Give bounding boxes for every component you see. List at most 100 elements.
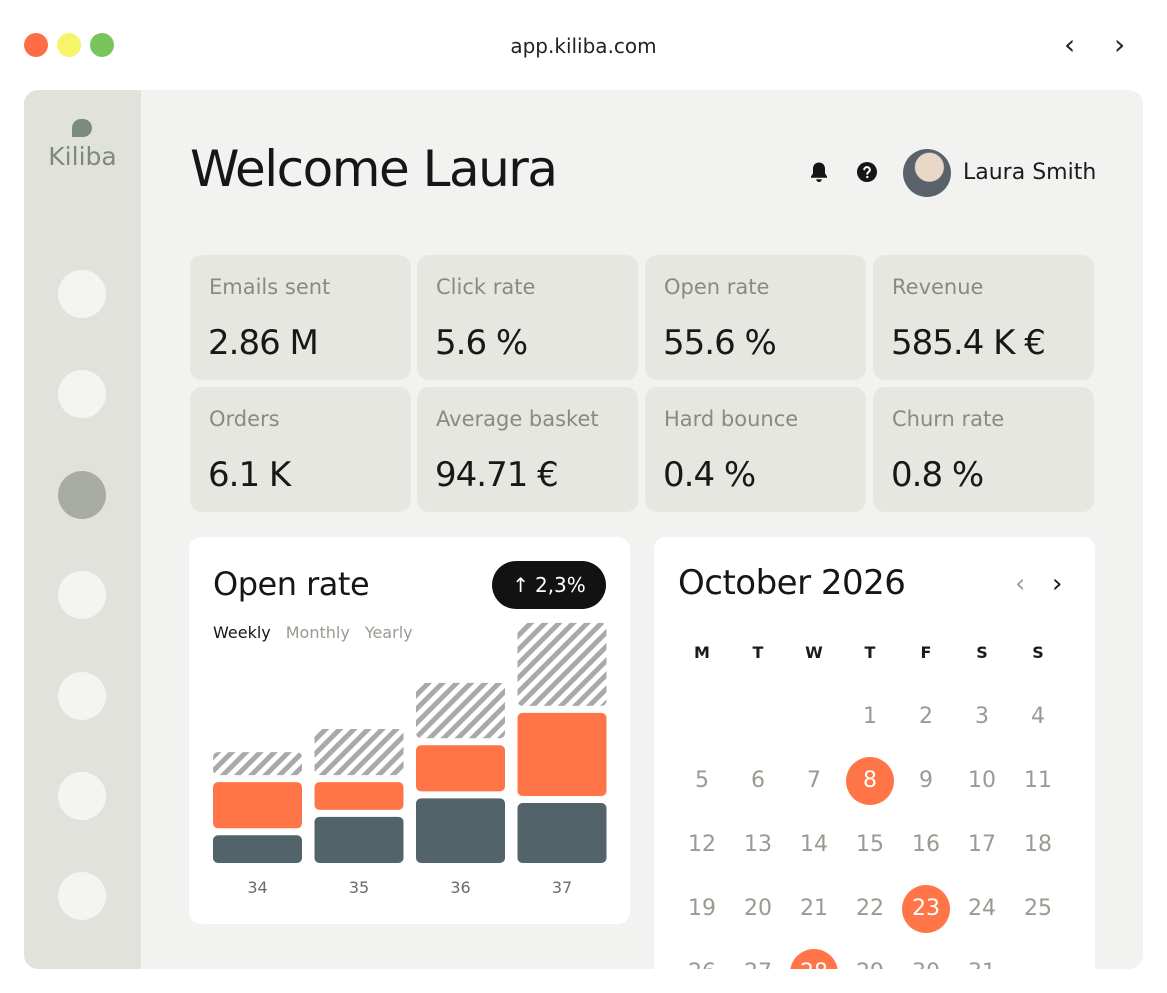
open-rate-chart-card: Open rate ↑ 2,3% Weekly Monthly Yearly 3… [189, 537, 630, 924]
sidebar-item-4[interactable] [58, 571, 106, 619]
kpi-value: 55.6 % [663, 323, 777, 363]
calendar-next-button[interactable]: › [1052, 569, 1062, 599]
calendar-day-25[interactable]: 25 [1014, 885, 1062, 933]
calendar-day-13[interactable]: 13 [734, 821, 782, 869]
calendar-card: October 2026 ‹ › M T W T F S S 1 2 3 4 5 6 7 8 9 10 11 12 1… [654, 537, 1095, 969]
calendar-day-19[interactable]: 19 [678, 885, 726, 933]
weekday-header: W [805, 643, 823, 662]
calendar-day-4[interactable]: 4 [1014, 693, 1062, 741]
calendar-day-27[interactable]: 27 [734, 949, 782, 969]
weekday-header: T [752, 643, 764, 662]
kpi-label: Churn rate [892, 407, 1005, 431]
logo-text: Kiliba [48, 142, 117, 171]
kpi-average-basket: Average basket 94.71 € [417, 387, 638, 512]
kpi-hard-bounce: Hard bounce 0.4 % [645, 387, 866, 512]
calendar-day-15[interactable]: 15 [846, 821, 894, 869]
bar-segment-week-36-series-3 [416, 682, 505, 739]
calendar-day-1[interactable]: 1 [846, 693, 894, 741]
sidebar-item-2[interactable] [58, 370, 106, 418]
calendar-day-18[interactable]: 18 [1014, 821, 1062, 869]
x-tick-label: 37 [552, 878, 572, 897]
kiliba-logo-icon [72, 119, 92, 137]
kpi-revenue: Revenue 585.4 K € [873, 255, 1094, 380]
weekday-header: S [1032, 643, 1044, 662]
weekday-header: F [920, 643, 932, 662]
calendar-day-17[interactable]: 17 [958, 821, 1006, 869]
kpi-label: Average basket [436, 407, 599, 431]
user-name[interactable]: Laura Smith [963, 160, 1096, 185]
calendar-day-11[interactable]: 11 [1014, 757, 1062, 805]
sidebar-item-5[interactable] [58, 672, 106, 720]
kpi-label: Revenue [892, 275, 984, 299]
weekday-header: S [976, 643, 988, 662]
sidebar: Kiliba [24, 90, 141, 969]
calendar-day-9[interactable]: 9 [902, 757, 950, 805]
calendar-prev-button[interactable]: ‹ [1015, 569, 1025, 599]
weekday-header: M [694, 643, 710, 662]
sidebar-item-6[interactable] [58, 772, 106, 820]
bar-segment-week-36-series-2 [416, 745, 505, 792]
page-title: Welcome Laura [190, 140, 558, 198]
calendar-day-31[interactable]: 31 [958, 949, 1006, 969]
kpi-value: 0.8 % [891, 455, 984, 495]
sidebar-item-7[interactable] [58, 872, 106, 920]
x-tick-label: 34 [247, 878, 267, 897]
app-window: Kiliba Welcome Laura Laura Smith Emails … [24, 90, 1143, 969]
kpi-value: 0.4 % [663, 455, 756, 495]
calendar-day-29[interactable]: 29 [846, 949, 894, 969]
kpi-label: Open rate [664, 275, 770, 299]
address-bar-url[interactable]: app.kiliba.com [0, 33, 1167, 59]
bell-icon[interactable] [807, 160, 831, 184]
calendar-day-23[interactable]: 23 [902, 885, 950, 933]
calendar-day-14[interactable]: 14 [790, 821, 838, 869]
kpi-value: 585.4 K € [891, 323, 1046, 363]
x-tick-label: 36 [450, 878, 470, 897]
open-rate-bar-chart: 34 35 36 37 [213, 622, 607, 897]
bar-segment-week-35-series-1 [314, 816, 404, 863]
calendar-day-7[interactable]: 7 [790, 757, 838, 805]
calendar-day-16[interactable]: 16 [902, 821, 950, 869]
bar-segment-week-34-series-3 [213, 752, 302, 776]
calendar-day-20[interactable]: 20 [734, 885, 782, 933]
kpi-value: 6.1 K [208, 455, 291, 495]
calendar-day-12[interactable]: 12 [678, 821, 726, 869]
user-avatar[interactable] [903, 149, 951, 197]
calendar-day-26[interactable]: 26 [678, 949, 726, 969]
sidebar-item-3-active[interactable] [58, 471, 106, 519]
calendar-day-8[interactable]: 8 [846, 757, 894, 805]
kpi-emails-sent: Emails sent 2.86 M [190, 255, 411, 380]
kpi-label: Hard bounce [664, 407, 799, 431]
calendar-day-6[interactable]: 6 [734, 757, 782, 805]
calendar-day-5[interactable]: 5 [678, 757, 726, 805]
calendar-day-28[interactable]: 28 [790, 949, 838, 969]
calendar-month-title: October 2026 [678, 563, 906, 603]
kpi-label: Emails sent [209, 275, 331, 299]
help-icon[interactable] [855, 160, 879, 184]
kpi-value: 5.6 % [435, 323, 528, 363]
bar-segment-week-37-series-1 [517, 803, 607, 863]
kpi-churn-rate: Churn rate 0.8 % [873, 387, 1094, 512]
calendar-day-21[interactable]: 21 [790, 885, 838, 933]
kpi-orders: Orders 6.1 K [190, 387, 411, 512]
sidebar-item-1[interactable] [58, 270, 106, 318]
calendar-day-3[interactable]: 3 [958, 693, 1006, 741]
calendar-day-2[interactable]: 2 [902, 693, 950, 741]
bar-segment-week-37-series-2 [517, 712, 607, 796]
calendar-day-24[interactable]: 24 [958, 885, 1006, 933]
calendar-day-30[interactable]: 30 [902, 949, 950, 969]
bar-segment-week-37-series-3 [517, 622, 607, 706]
kpi-click-rate: Click rate 5.6 % [417, 255, 638, 380]
bar-segment-week-34-series-2 [213, 782, 302, 829]
kpi-label: Orders [209, 407, 280, 431]
browser-back-button[interactable]: ‹ [1064, 30, 1075, 60]
bar-segment-week-35-series-2 [314, 782, 404, 810]
calendar-day-10[interactable]: 10 [958, 757, 1006, 805]
kpi-value: 94.71 € [435, 455, 559, 495]
browser-forward-button[interactable]: › [1114, 30, 1125, 60]
calendar-day-22[interactable]: 22 [846, 885, 894, 933]
kpi-open-rate: Open rate 55.6 % [645, 255, 866, 380]
bar-segment-week-34-series-1 [213, 835, 302, 863]
weekday-header: T [864, 643, 876, 662]
kpi-value: 2.86 M [208, 323, 319, 363]
bar-segment-week-35-series-3 [314, 729, 404, 776]
